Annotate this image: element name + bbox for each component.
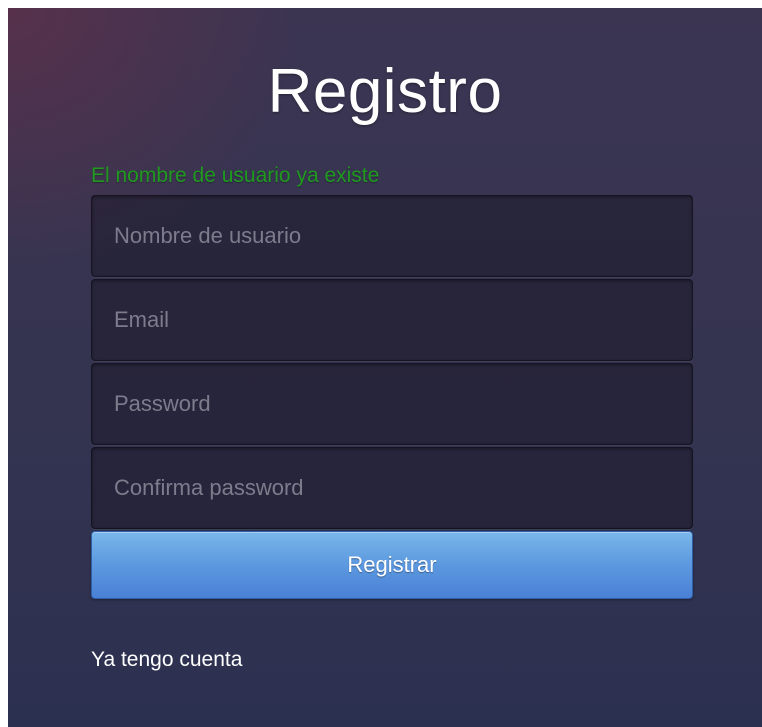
have-account-link[interactable]: Ya tengo cuenta (91, 648, 242, 672)
registration-page: Registro El nombre de usuario ya existe … (8, 8, 762, 727)
password-field[interactable] (91, 363, 693, 445)
email-field[interactable] (91, 279, 693, 361)
username-field[interactable] (91, 195, 693, 277)
register-button[interactable]: Registrar (91, 531, 693, 599)
error-message: El nombre de usuario ya existe (91, 164, 380, 187)
confirm-password-field[interactable] (91, 447, 693, 529)
page-title: Registro (267, 57, 503, 126)
